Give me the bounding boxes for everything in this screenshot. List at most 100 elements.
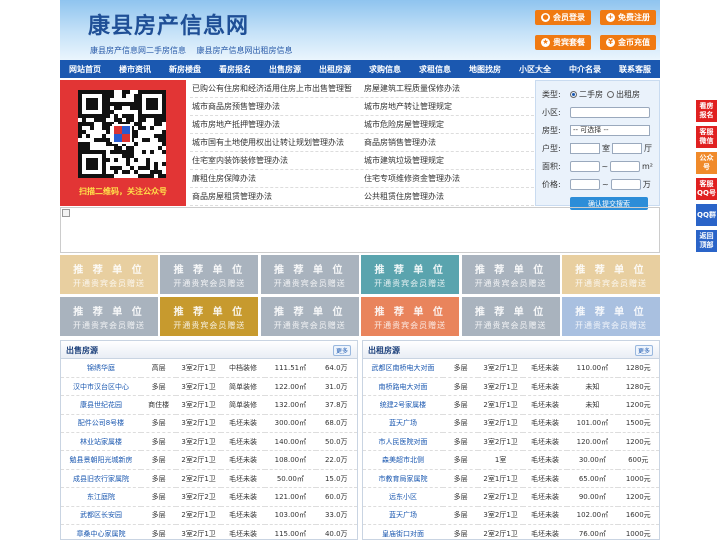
table-row[interactable]: 成县旧农行家属院 多层 2室2厅1卫 毛坯未装 50.00㎡ 15.0万 bbox=[61, 469, 357, 489]
coin-recharge-button[interactable]: ¥ 金币充值 bbox=[600, 35, 656, 50]
promo-slot[interactable]: 推 荐 单 位开通贵宾会员赠送 bbox=[361, 297, 460, 336]
nav-item-7[interactable]: 求租信息 bbox=[410, 64, 460, 75]
table-row[interactable]: 勉县景朝阳光城新房 多层 2室2厅1卫 毛坯未装 108.00㎡ 22.0万 bbox=[61, 450, 357, 470]
table-row[interactable]: 武都区南桥电大对面 多层 3室2厅1卫 毛坯未装 110.00㎡ 1280元 bbox=[363, 359, 659, 378]
table-row[interactable]: 章桑中心家属院 多层 3室2厅1卫 毛坯未装 115.00㎡ 40.0万 bbox=[61, 524, 357, 539]
listing-name[interactable]: 蓝天广场 bbox=[363, 414, 443, 434]
subtitle-rent[interactable]: 康县房产信息网出租房信息 bbox=[197, 46, 293, 55]
listing-name[interactable]: 章桑中心家属院 bbox=[61, 524, 141, 539]
table-row[interactable]: 东江庭院 多层 3室2厅2卫 毛坯未装 121.00㎡ 60.0万 bbox=[61, 487, 357, 507]
nav-item-6[interactable]: 求购信息 bbox=[360, 64, 410, 75]
listing-name[interactable]: 康县世纪花园 bbox=[61, 395, 141, 415]
community-input[interactable] bbox=[570, 106, 650, 118]
policy-link[interactable]: 房屋建筑工程质量保修办法 bbox=[362, 83, 534, 94]
table-row[interactable]: 配件公司8号楼 多层 3室2厅1卫 毛坯未装 300.00㎡ 68.0万 bbox=[61, 414, 357, 434]
table-row[interactable]: 锦绣华庭 高层 3室2厅1卫 中档装修 111.51㎡ 64.0万 bbox=[61, 359, 357, 378]
listing-name[interactable]: 林业站家属楼 bbox=[61, 432, 141, 452]
side-button-3[interactable]: 客服QQ号 bbox=[696, 178, 717, 200]
policy-link[interactable]: 住宅专项维修资金管理办法 bbox=[362, 173, 534, 184]
policy-link[interactable]: 城市国有土地使用权出让转让规划管理办法 bbox=[190, 137, 362, 148]
nav-item-0[interactable]: 网站首页 bbox=[60, 64, 110, 75]
table-row[interactable]: 市教育局家属院 多层 2室1厅1卫 毛坯未装 65.00㎡ 1000元 bbox=[363, 469, 659, 489]
promo-slot[interactable]: 推 荐 单 位开通贵宾会员赠送 bbox=[561, 255, 660, 294]
nav-item-4[interactable]: 出售房源 bbox=[260, 64, 310, 75]
promo-slot[interactable]: 推 荐 单 位开通贵宾会员赠送 bbox=[361, 255, 460, 294]
table-row[interactable]: 林业站家属楼 多层 3室2厅1卫 毛坯未装 140.00㎡ 50.0万 bbox=[61, 432, 357, 452]
type-radio-sale[interactable]: 二手房 bbox=[570, 89, 603, 100]
table-row[interactable]: 统建2号家属楼 多层 2室1厅1卫 毛坯未装 未知 1200元 bbox=[363, 395, 659, 415]
table-row[interactable]: 森美超市北侧 多层 1室 毛坯未装 30.00㎡ 600元 bbox=[363, 450, 659, 470]
nav-item-8[interactable]: 地图找房 bbox=[460, 64, 510, 75]
register-button[interactable]: + 免费注册 bbox=[600, 10, 656, 25]
listing-name[interactable]: 武都区长安园 bbox=[61, 506, 141, 526]
table-row[interactable]: 远东小区 多层 2室2厅1卫 毛坯未装 90.00㎡ 1200元 bbox=[363, 487, 659, 507]
listing-name[interactable]: 市人民医院对面 bbox=[363, 432, 443, 452]
policy-link[interactable]: 城市商品房预售管理办法 bbox=[190, 101, 362, 112]
side-button-5[interactable]: 返回顶部 bbox=[696, 230, 717, 252]
policy-link[interactable]: 住宅室内装饰装修管理办法 bbox=[190, 155, 362, 166]
promo-slot[interactable]: 推 荐 单 位开通贵宾会员赠送 bbox=[260, 255, 359, 294]
hall-select[interactable] bbox=[612, 142, 642, 154]
policy-link[interactable]: 已购公有住房和经济适用住房上市出售管理暂 bbox=[190, 83, 362, 94]
listing-name[interactable]: 锦绣华庭 bbox=[61, 359, 141, 378]
price-max-input[interactable] bbox=[610, 178, 641, 190]
side-button-4[interactable]: QQ群 bbox=[696, 204, 717, 226]
nav-item-11[interactable]: 联系客服 bbox=[610, 64, 660, 75]
subtitle-sale[interactable]: 康县房产信息网二手房信息 bbox=[90, 46, 186, 55]
nav-item-5[interactable]: 出租房源 bbox=[310, 64, 360, 75]
promo-slot[interactable]: 推 荐 单 位开通贵宾会员赠送 bbox=[160, 255, 259, 294]
vip-package-button[interactable]: ★ 贵宾套餐 bbox=[535, 35, 591, 50]
side-button-1[interactable]: 客服微信 bbox=[696, 126, 717, 148]
promo-slot[interactable]: 推 荐 单 位开通贵宾会员赠送 bbox=[60, 297, 158, 336]
listing-name[interactable]: 成县旧农行家属院 bbox=[61, 469, 141, 489]
policy-link[interactable]: 商品房销售管理办法 bbox=[362, 137, 534, 148]
listing-name[interactable]: 东江庭院 bbox=[61, 487, 141, 507]
table-row[interactable]: 市人民医院对面 多层 3室2厅1卫 毛坯未装 120.00㎡ 1200元 bbox=[363, 432, 659, 452]
policy-link[interactable]: 城市建筑垃圾管理规定 bbox=[362, 155, 534, 166]
nav-item-9[interactable]: 小区大全 bbox=[510, 64, 560, 75]
listing-name[interactable]: 汉中市汉台区中心 bbox=[61, 377, 141, 397]
nav-item-1[interactable]: 楼市资讯 bbox=[110, 64, 160, 75]
table-row[interactable]: 蓝天广场 多层 3室2厅1卫 毛坯未装 102.00㎡ 1600元 bbox=[363, 506, 659, 526]
rent-more-button[interactable]: 更多 bbox=[634, 345, 653, 356]
promo-slot[interactable]: 推 荐 单 位开通贵宾会员赠送 bbox=[561, 297, 660, 336]
listing-name[interactable]: 配件公司8号楼 bbox=[61, 414, 141, 434]
site-logo[interactable]: 康县房产信息网 bbox=[88, 8, 249, 40]
promo-slot[interactable]: 推 荐 单 位开通贵宾会员赠送 bbox=[260, 297, 359, 336]
listing-name[interactable]: 勉县景朝阳光城新房 bbox=[61, 450, 141, 470]
policy-link[interactable]: 公共租赁住房管理办法 bbox=[362, 191, 534, 202]
table-row[interactable]: 康县世纪花园 商住楼 3室2厅1卫 简单装修 132.00㎡ 37.8万 bbox=[61, 395, 357, 415]
policy-link[interactable]: 廉租住房保障办法 bbox=[190, 173, 362, 184]
login-button[interactable]: ● 会员登录 bbox=[535, 10, 591, 25]
nav-item-2[interactable]: 新房楼盘 bbox=[160, 64, 210, 75]
room-select[interactable] bbox=[570, 142, 600, 154]
listing-name[interactable]: 森美超市北侧 bbox=[363, 450, 443, 470]
listing-name[interactable]: 南桥路电大对面 bbox=[363, 377, 443, 397]
nav-item-10[interactable]: 中介名录 bbox=[560, 64, 610, 75]
sale-more-button[interactable]: 更多 bbox=[332, 345, 351, 356]
table-row[interactable]: 汉中市汉台区中心 多层 3室2厅1卫 简单装修 122.00㎡ 31.0万 bbox=[61, 377, 357, 397]
side-button-0[interactable]: 看房报名 bbox=[696, 100, 717, 122]
house-type-select[interactable]: -- 可选择 -- bbox=[570, 124, 650, 136]
policy-link[interactable]: 商品房屋租赁管理办法 bbox=[190, 191, 362, 202]
promo-slot[interactable]: 推 荐 单 位开通贵宾会员赠送 bbox=[60, 255, 158, 294]
listing-name[interactable]: 市教育局家属院 bbox=[363, 469, 443, 489]
policy-link[interactable]: 城市危险房屋管理规定 bbox=[362, 119, 534, 130]
table-row[interactable]: 蓝天广场 多层 3室2厅1卫 毛坯未装 101.00㎡ 1500元 bbox=[363, 414, 659, 434]
table-row[interactable]: 武都区长安园 多层 2室2厅1卫 毛坯未装 103.00㎡ 33.0万 bbox=[61, 506, 357, 526]
area-min-input[interactable] bbox=[569, 160, 600, 172]
ad-banner[interactable] bbox=[60, 207, 660, 253]
table-row[interactable]: 皇庙街口对面 多层 2室2厅1卫 毛坯未装 76.00㎡ 1000元 bbox=[363, 524, 659, 539]
promo-slot[interactable]: 推 荐 单 位开通贵宾会员赠送 bbox=[461, 297, 560, 336]
nav-item-3[interactable]: 看房报名 bbox=[210, 64, 260, 75]
listing-name[interactable]: 皇庙街口对面 bbox=[363, 524, 443, 539]
table-row[interactable]: 南桥路电大对面 多层 3室2厅1卫 毛坯未装 未知 1280元 bbox=[363, 377, 659, 397]
side-button-2[interactable]: 公众号 bbox=[696, 152, 717, 174]
listing-name[interactable]: 武都区南桥电大对面 bbox=[363, 359, 443, 378]
listing-name[interactable]: 远东小区 bbox=[363, 487, 443, 507]
listing-name[interactable]: 蓝天广场 bbox=[363, 506, 443, 526]
area-max-input[interactable] bbox=[610, 160, 640, 172]
promo-slot[interactable]: 推 荐 单 位开通贵宾会员赠送 bbox=[160, 297, 259, 336]
promo-slot[interactable]: 推 荐 单 位开通贵宾会员赠送 bbox=[461, 255, 560, 294]
policy-link[interactable]: 城市房地产转让管理规定 bbox=[362, 101, 534, 112]
